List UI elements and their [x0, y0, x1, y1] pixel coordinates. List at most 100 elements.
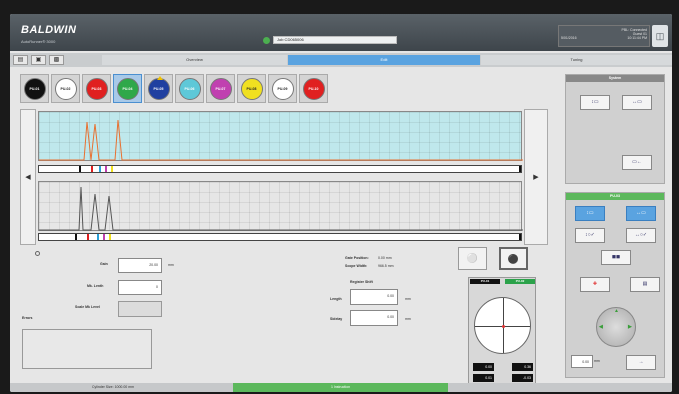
- unit-circ-check-button[interactable]: ↕○✓: [575, 228, 605, 243]
- mark: [105, 166, 107, 172]
- joystick-control[interactable]: ▲ ◀ ▶: [596, 307, 636, 347]
- pu-button-6[interactable]: PU-06: [175, 74, 204, 103]
- register-value-tr: 0.36: [512, 363, 533, 371]
- signal-trace-bottom: [39, 186, 523, 231]
- gain-unit: mm: [168, 263, 174, 267]
- signal-trace-top: [39, 119, 523, 161]
- warning-marker-icon: [157, 76, 163, 80]
- register-left-title: PU-01: [470, 279, 500, 284]
- settings-icon[interactable]: ▩: [49, 55, 64, 65]
- door-exit-icon[interactable]: ◫: [652, 25, 668, 47]
- mark: [99, 166, 101, 172]
- register-shift-label: Register Shift: [350, 280, 373, 284]
- register-point: [502, 325, 505, 328]
- unit-lat-button[interactable]: ↔▭: [626, 206, 656, 221]
- status-time: 10:11:44 PM: [627, 36, 647, 40]
- step-input[interactable]: 0.00: [571, 355, 593, 368]
- mark: [109, 234, 111, 240]
- pu-button-5[interactable]: PU-05: [144, 74, 173, 103]
- ink-dot: PU-04: [116, 77, 139, 100]
- mark-length-label: Mk. Lenth: [87, 284, 104, 288]
- ink-dot: PU-03: [85, 77, 108, 100]
- system-panel: System ↕▭ ↔▭ ▭←: [565, 74, 665, 184]
- register-target[interactable]: [474, 297, 531, 354]
- pu-button-2[interactable]: PU-02: [51, 74, 80, 103]
- tab-edit[interactable]: Edit: [288, 55, 480, 65]
- system-title: System: [566, 75, 664, 82]
- mark-strip-bottom: [38, 233, 522, 241]
- job-field[interactable]: Job CD065006: [273, 36, 397, 44]
- unit-circ-button[interactable]: ↕▭: [575, 206, 605, 221]
- register-panel: PU-01 PU-02 0.00 0.36 0.01 -0.03: [468, 277, 536, 387]
- pu-button-7[interactable]: PU-07: [206, 74, 235, 103]
- ink-dot: PU-09: [271, 77, 294, 100]
- pu-button-3[interactable]: PU-03: [82, 74, 111, 103]
- scope-width-label: Scope Width:: [345, 264, 368, 268]
- mark: [519, 166, 521, 172]
- save-icon[interactable]: ▤: [13, 55, 28, 65]
- errors-box: [22, 329, 152, 369]
- register-value-br: -0.03: [512, 374, 533, 382]
- apply-button[interactable]: →: [626, 355, 656, 370]
- tab-bar: ▤ ▣ ▩ Overview Edit Tuning: [10, 53, 672, 67]
- pu-button-10[interactable]: PU-10: [299, 74, 328, 103]
- mark: [97, 234, 99, 240]
- pu-button-1[interactable]: PU-01: [20, 74, 49, 103]
- mark-strip-top: [38, 165, 522, 173]
- ink-dot: PU-02: [54, 77, 77, 100]
- job-selector[interactable]: Job CD065006: [263, 36, 397, 44]
- sidelay-input[interactable]: 0.00: [350, 310, 398, 326]
- bulb-off-button[interactable]: ⚪: [458, 247, 487, 270]
- mark: [519, 234, 521, 240]
- sidelay-unit: mm: [405, 317, 411, 321]
- gain-input[interactable]: 20.00: [118, 258, 162, 273]
- system-mode-b-button[interactable]: ↔▭: [622, 95, 652, 110]
- scale-label: Scale Mk Level: [75, 305, 100, 309]
- arrow-left-icon[interactable]: ◀: [599, 324, 603, 330]
- unit-lat-check-button[interactable]: ↔○✓: [626, 228, 656, 243]
- gain-label: Gain: [100, 262, 108, 266]
- status-date: 5/01/2016: [561, 36, 577, 40]
- pu-button-9[interactable]: PU-09: [268, 74, 297, 103]
- length-input[interactable]: 0.00: [350, 289, 398, 305]
- system-mode-a-button[interactable]: ↕▭: [580, 95, 610, 110]
- scope-plot-top[interactable]: [38, 111, 523, 161]
- ink-dot: PU-10: [302, 77, 325, 100]
- tab-tuning[interactable]: Tuning: [481, 55, 672, 65]
- ink-dot: PU-01: [23, 77, 46, 100]
- binoculars-icon[interactable]: ◼◼: [601, 250, 631, 265]
- scroll-right-button[interactable]: ▶: [524, 109, 548, 245]
- status-bar: Cylinder Size: 1000.00 mm 1 Instruction: [10, 383, 672, 392]
- mark: [87, 234, 89, 240]
- scale-box: [118, 301, 162, 317]
- register-value-bl: 0.01: [473, 374, 494, 382]
- scope-view: ◀ ▶: [20, 109, 548, 245]
- scope-plot-bottom[interactable]: [38, 181, 523, 231]
- arrow-up-icon[interactable]: ▲: [614, 308, 619, 314]
- bulb-on-button[interactable]: ⚫: [499, 247, 528, 270]
- brand-logo: BALDWIN: [21, 24, 77, 36]
- pu-button-8[interactable]: PU-08: [237, 74, 266, 103]
- folder-icon[interactable]: ▣: [31, 55, 46, 65]
- mark-length-input[interactable]: 0: [118, 280, 162, 295]
- length-unit: mm: [405, 297, 411, 301]
- tab-overview[interactable]: Overview: [102, 55, 287, 65]
- pu-button-4[interactable]: PU-04: [113, 74, 142, 103]
- sidelay-label: Sidelay: [330, 317, 343, 321]
- arrow-right-icon[interactable]: ▶: [628, 324, 632, 330]
- app-header: BALDWIN AutoRunner® 3000 Job CD065006 PB…: [10, 14, 672, 51]
- ink-dot: PU-05: [147, 77, 170, 100]
- ink-dot: PU-06: [178, 77, 201, 100]
- system-mode-c-button[interactable]: ▭←: [622, 155, 652, 170]
- step-unit: mm: [594, 359, 600, 363]
- target-icon[interactable]: ✚: [580, 277, 610, 292]
- scroll-left-button[interactable]: ◀: [20, 109, 36, 245]
- mark: [91, 166, 93, 172]
- instruction-status: 1 Instruction: [233, 383, 448, 392]
- gear-icon[interactable]: [35, 251, 40, 256]
- gate-position-value: 0.00 mm: [378, 256, 392, 260]
- ink-dot: PU-07: [209, 77, 232, 100]
- mark: [75, 234, 77, 240]
- reset-icon[interactable]: ▤: [630, 277, 660, 292]
- gate-position-label: Gate Position:: [345, 256, 369, 260]
